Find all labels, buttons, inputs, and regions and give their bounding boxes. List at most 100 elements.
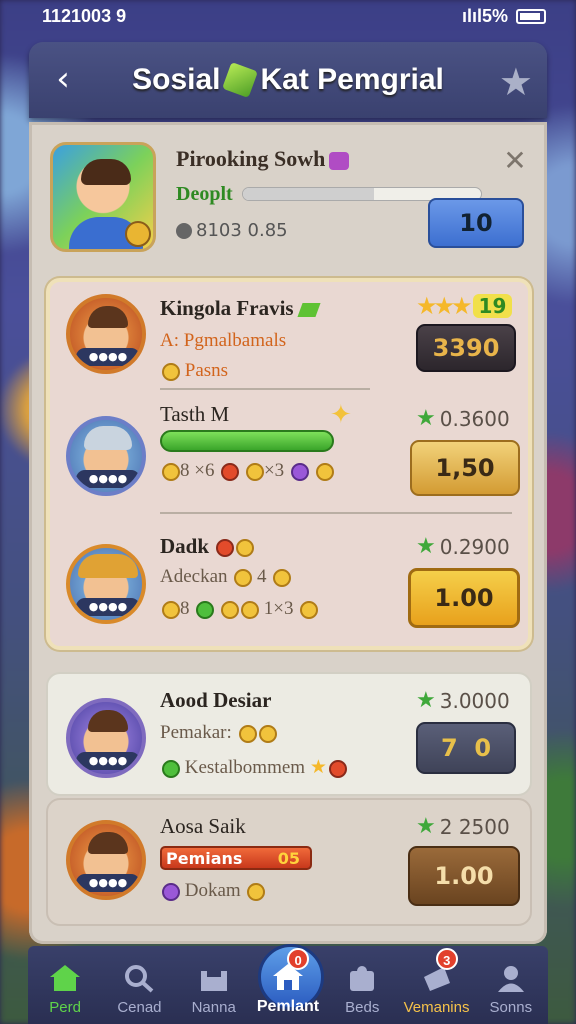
home-icon xyxy=(50,965,81,991)
invite-value-button[interactable]: 10 xyxy=(428,198,524,248)
friend-resources: 8 ×6 ×3 xyxy=(160,460,334,482)
divider xyxy=(160,512,512,514)
green-star-icon: ★ xyxy=(416,406,436,431)
coin-icon xyxy=(315,462,334,481)
avatar-level-plate: ●●●● xyxy=(76,598,140,616)
friend-avatar[interactable]: ●●●● xyxy=(66,416,146,496)
avatar-level-plate: ●●●● xyxy=(76,874,140,892)
rating-stars-icon: ★★★ xyxy=(416,292,473,320)
nav-item-nanna[interactable]: Nanna xyxy=(177,946,251,1024)
gold-star-icon: ★ xyxy=(309,757,327,778)
avatar-hair xyxy=(88,306,128,328)
coin-icon xyxy=(238,724,257,743)
check-icon xyxy=(162,759,180,778)
player-name: Pirooking Sowh xyxy=(176,146,350,172)
player-avatar[interactable] xyxy=(50,142,156,252)
coin-icon xyxy=(162,362,180,381)
rating-badge: ★★★ 19 xyxy=(416,292,513,320)
coin-icon xyxy=(236,539,255,558)
emerald-icon xyxy=(196,600,215,619)
battery-icon xyxy=(516,8,546,24)
notification-badge: 3 xyxy=(435,948,458,970)
status-time: 1121003 9 xyxy=(42,5,127,26)
progress-label: Deoplt xyxy=(176,182,233,205)
friend-value-button[interactable]: 1,50 xyxy=(410,440,520,496)
nav-item-pemlant[interactable]: Pemlant 0 xyxy=(251,944,325,1024)
friend-status: Dokam xyxy=(160,880,266,902)
coin-icon xyxy=(300,600,319,619)
nav-item-perd[interactable]: Perd xyxy=(28,946,102,1024)
ruby-icon xyxy=(221,462,240,481)
friend-points: ★ 0.2900 xyxy=(416,534,510,559)
profile-icon xyxy=(497,966,524,992)
friend-points: ★ 2 2500 xyxy=(416,814,510,839)
friend-value-button[interactable]: 7 0 xyxy=(416,722,516,774)
search-icon xyxy=(125,965,154,993)
friend-subtitle: Adeckan 4 xyxy=(160,566,292,588)
green-star-icon: ★ xyxy=(416,814,436,839)
coin-icon xyxy=(247,882,266,901)
favorite-star-icon[interactable]: ★ xyxy=(499,60,533,104)
close-icon[interactable]: ✕ xyxy=(500,144,530,177)
coin-icon xyxy=(221,600,239,619)
nav-item-cenad[interactable]: Cenad xyxy=(102,946,176,1024)
invite-card: Pirooking Sowh Deoplt 8103 0.85 10 xyxy=(46,142,536,262)
coin-icon xyxy=(125,221,151,247)
friend-name: Kingola Fravis xyxy=(160,296,321,321)
avatar-level-plate: ●●●● xyxy=(76,470,140,488)
notification-badge: 0 xyxy=(287,948,310,970)
friend-name: Tasth M xyxy=(160,402,230,426)
friend-resources: 8 1×3 xyxy=(160,598,319,620)
coin-icon xyxy=(241,600,259,619)
status-icons: ılıl5% xyxy=(462,6,546,27)
nav-item-beds[interactable]: Beds xyxy=(325,946,399,1024)
coin-icon xyxy=(176,222,192,239)
friend-avatar[interactable]: ●●●● xyxy=(66,544,146,624)
coin-icon xyxy=(245,462,264,481)
ruby-icon xyxy=(216,539,235,558)
gem-icon xyxy=(297,303,321,318)
page-title: Sosial Kat Pemgrial xyxy=(132,62,444,98)
avatar-helmet xyxy=(84,426,132,450)
coin-icon xyxy=(162,462,180,481)
avatar-level-plate: ●●●● xyxy=(76,752,140,770)
green-star-icon: ★ xyxy=(416,688,436,713)
rating-value: 19 xyxy=(472,294,513,318)
avatar-hat xyxy=(78,554,138,578)
green-star-icon: ★ xyxy=(416,534,436,559)
friend-avatar[interactable]: ●●●● xyxy=(66,294,146,374)
friend-status: Pasns xyxy=(160,360,228,382)
avatar-hair xyxy=(88,710,128,732)
friend-subtitle: A: Pgmalbamals xyxy=(160,330,287,351)
coin-icon xyxy=(234,568,253,587)
friend-progress-bar xyxy=(160,430,334,452)
gem-icon xyxy=(222,62,259,98)
friend-name: Dadk xyxy=(160,534,255,559)
progress-fill xyxy=(243,188,374,200)
friend-value-button[interactable]: 1.00 xyxy=(408,568,520,628)
gift-icon xyxy=(329,151,350,170)
back-arrow-icon[interactable]: ‹ xyxy=(45,62,81,98)
amethyst-icon xyxy=(162,882,180,901)
friend-name: Aosa Saik xyxy=(160,814,246,838)
divider xyxy=(160,388,370,390)
avatar-hair xyxy=(88,832,128,854)
puzzle-icon xyxy=(350,966,375,991)
sparkle-icon: ✦ xyxy=(330,400,352,430)
nav-item-vemanins[interactable]: Vemanins 3 xyxy=(399,946,473,1024)
friend-status: Kestalbommem ★ xyxy=(160,756,347,779)
friend-value-button[interactable]: 1.00 xyxy=(408,846,520,906)
friend-rank-bar: Pemians 05 xyxy=(160,846,312,870)
friend-avatar[interactable]: ●●●● xyxy=(66,820,146,900)
coin-icon xyxy=(162,600,180,619)
friend-value-button[interactable]: 3390 xyxy=(416,324,516,372)
friend-avatar[interactable]: ●●●● xyxy=(66,698,146,778)
avatar-level-plate: ●●●● xyxy=(76,348,140,366)
status-bar: 1121003 9 ılıl5% xyxy=(0,0,576,32)
score-row: 8103 0.85 xyxy=(176,220,288,241)
header-bar: ‹ Sosial Kat Pemgrial ★ xyxy=(29,42,547,118)
friend-subtitle: Pemakar: xyxy=(160,722,277,744)
friend-name: Aood Desiar xyxy=(160,688,272,712)
nav-item-sonns[interactable]: Sonns xyxy=(474,946,548,1024)
coin-icon xyxy=(273,568,292,587)
